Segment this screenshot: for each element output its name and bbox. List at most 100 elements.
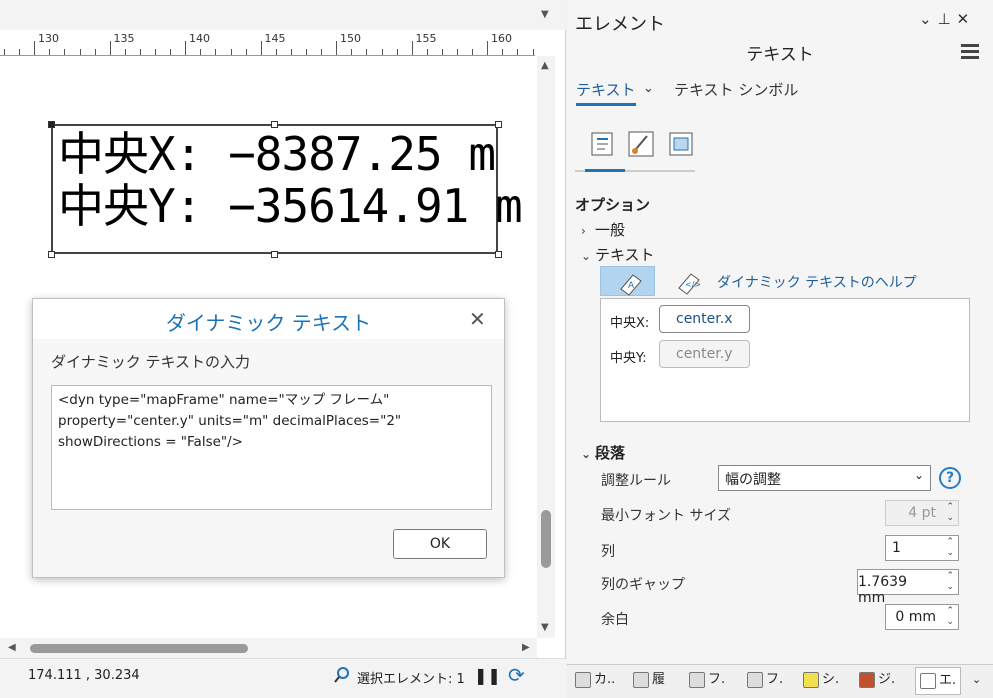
tree-paragraph-label: 段落 <box>595 444 626 462</box>
ruler-tick <box>351 49 353 55</box>
chevron-down-icon[interactable]: ⌄ <box>643 81 654 96</box>
resize-handle-top[interactable] <box>271 121 278 128</box>
ruler-tick <box>396 49 398 55</box>
min-font-size-label: 最小フォント サイズ <box>601 508 732 524</box>
ruler-label: 130 <box>38 32 59 45</box>
tab-history[interactable]: 履 <box>633 667 665 695</box>
tab-text-symbol[interactable]: テキスト シンボル <box>674 79 798 100</box>
resize-handle-top-right[interactable] <box>495 121 502 128</box>
tab-format-1[interactable]: フ. <box>689 667 725 695</box>
tree-text[interactable]: ⌄ テキスト <box>581 244 655 265</box>
tab-format-2[interactable]: フ. <box>747 667 783 695</box>
help-icon[interactable]: ? <box>939 467 961 489</box>
column-gap-label: 列のギャップ <box>601 577 685 593</box>
ruler-tick <box>381 49 383 55</box>
tab-text[interactable]: テキスト <box>576 79 636 106</box>
tab-symbol[interactable]: シ. <box>803 667 839 695</box>
stepper-arrows-icon[interactable]: ⌃ ⌄ <box>946 537 954 559</box>
scroll-down-icon[interactable]: ▼ <box>541 622 549 633</box>
layout-view[interactable]: ▼ 130 135 140 145 150 155 160 ▲ ▼ ◀ ▶ 中央X: −83… <box>0 0 566 698</box>
ruler-tick <box>411 41 413 55</box>
scroll-left-icon[interactable]: ◀ <box>8 642 16 653</box>
ruler-tick <box>230 49 232 55</box>
map-text-line-2: 中央Y: −35614.91 m <box>58 179 523 233</box>
stepper-arrows-icon: ⌃ ⌄ <box>946 502 954 523</box>
margin-stepper[interactable]: 0 mm ⌃ ⌄ <box>885 604 959 630</box>
ruler-tick <box>517 49 519 55</box>
brush-icon[interactable] <box>627 130 657 160</box>
catalog-icon <box>575 671 591 688</box>
column-gap-stepper[interactable]: 1.7639 mm ⌃ ⌄ <box>857 569 959 606</box>
resize-handle-bottom-right[interactable] <box>495 251 502 258</box>
ruler-tick <box>79 49 81 55</box>
ruler-label: 150 <box>340 32 361 45</box>
ruler-tick <box>200 49 202 55</box>
dynamic-token-center-y[interactable]: center.y <box>659 340 750 368</box>
select-zoom-icon[interactable] <box>333 666 351 684</box>
resize-handle-bottom[interactable] <box>271 251 278 258</box>
ruler-tick <box>139 49 141 55</box>
scroll-up-icon[interactable]: ▲ <box>541 60 549 71</box>
ruler-tick <box>4 49 5 55</box>
stepper-arrows-icon[interactable]: ⌃ ⌄ <box>946 571 954 593</box>
refresh-icon[interactable]: ⟳ <box>508 663 525 687</box>
ruler-tick <box>185 41 187 55</box>
chevron-down-icon[interactable]: ▼ <box>541 9 549 20</box>
dynamic-text-dialog: ダイナミック テキスト ✕ ダイナミック テキストの入力 <dyn type="… <box>32 298 505 578</box>
ok-button[interactable]: OK <box>393 529 487 559</box>
ruler-tick <box>472 49 474 55</box>
chevron-down-icon[interactable]: ⌄ <box>972 667 981 695</box>
close-icon[interactable]: ✕ <box>957 10 976 28</box>
tree-paragraph[interactable]: ⌄ 段落 <box>581 442 625 463</box>
tree-general[interactable]: › 一般 <box>581 219 625 240</box>
ruler-tick <box>155 49 156 55</box>
chevron-down-icon: ⌄ <box>581 249 592 263</box>
tab-format-2-label: フ. <box>766 672 784 687</box>
chevron-down-icon: ⌄ <box>913 468 924 482</box>
close-icon[interactable]: ✕ <box>469 307 486 331</box>
columns-stepper[interactable]: 1 ⌃ ⌄ <box>885 535 959 561</box>
vertical-scroll-thumb[interactable] <box>541 510 551 568</box>
selection-anchor-handle[interactable] <box>48 121 55 128</box>
pin-icon[interactable]: ⊥ <box>938 10 957 28</box>
tab-catalog-label: カ.. <box>594 672 616 687</box>
resize-handle-bottom-left[interactable] <box>48 251 55 258</box>
ruler-tick <box>306 49 307 55</box>
ruler-tick <box>109 41 111 55</box>
svg-text:</>: </> <box>685 280 701 289</box>
dynamic-token-center-x[interactable]: center.x <box>659 305 750 333</box>
chevron-down-icon[interactable]: ⌄ <box>919 10 938 28</box>
ruler-tick <box>245 49 247 55</box>
ruler-tick <box>290 49 292 55</box>
tab-element-label: エ. <box>939 673 957 688</box>
ruler-tick <box>457 49 458 55</box>
ruler-tick <box>426 49 428 55</box>
hamburger-menu-icon[interactable] <box>961 44 979 62</box>
dynamic-text-insert-button[interactable]: A <box>600 266 655 296</box>
tab-catalog[interactable]: カ.. <box>575 667 615 695</box>
dialog-prompt: ダイナミック テキストの入力 <box>51 353 251 371</box>
ruler-tick <box>64 49 66 55</box>
text-content-box[interactable]: 中央X: center.x 中央Y: center.y <box>600 298 970 422</box>
align-rule-select[interactable]: 幅の調整 ⌄ <box>718 465 931 491</box>
ruler-label: 155 <box>415 32 437 45</box>
stepper-arrows-icon[interactable]: ⌃ ⌄ <box>946 606 954 628</box>
columns-value: 1 <box>892 540 901 556</box>
dynamic-text-tag-button[interactable]: </> <box>671 266 705 296</box>
ruler-tick <box>336 41 338 55</box>
horizontal-scroll-thumb[interactable] <box>30 644 248 653</box>
layout-frame-icon[interactable] <box>667 130 697 160</box>
dynamic-text-help-link[interactable]: ダイナミック テキストのヘルプ <box>717 272 917 292</box>
ruler-tick <box>275 49 277 55</box>
map-text-element[interactable]: 中央X: −8387.25 m 中央Y: −35614.91 m <box>51 124 523 254</box>
tab-geoprocessing[interactable]: ジ. <box>859 667 895 695</box>
dynamic-text-input[interactable]: <dyn type="mapFrame" name="マップ フレーム" pro… <box>51 385 492 510</box>
text-options-icon[interactable] <box>589 130 619 160</box>
ruler-tick <box>94 49 96 55</box>
chevron-right-icon: › <box>581 224 586 238</box>
tree-general-label: 一般 <box>595 221 626 239</box>
tab-element[interactable]: エ. <box>915 667 962 695</box>
pause-icon[interactable]: ❚❚ <box>474 666 501 685</box>
chevron-down-icon: ⌄ <box>581 447 592 461</box>
scroll-right-icon[interactable]: ▶ <box>522 642 530 653</box>
